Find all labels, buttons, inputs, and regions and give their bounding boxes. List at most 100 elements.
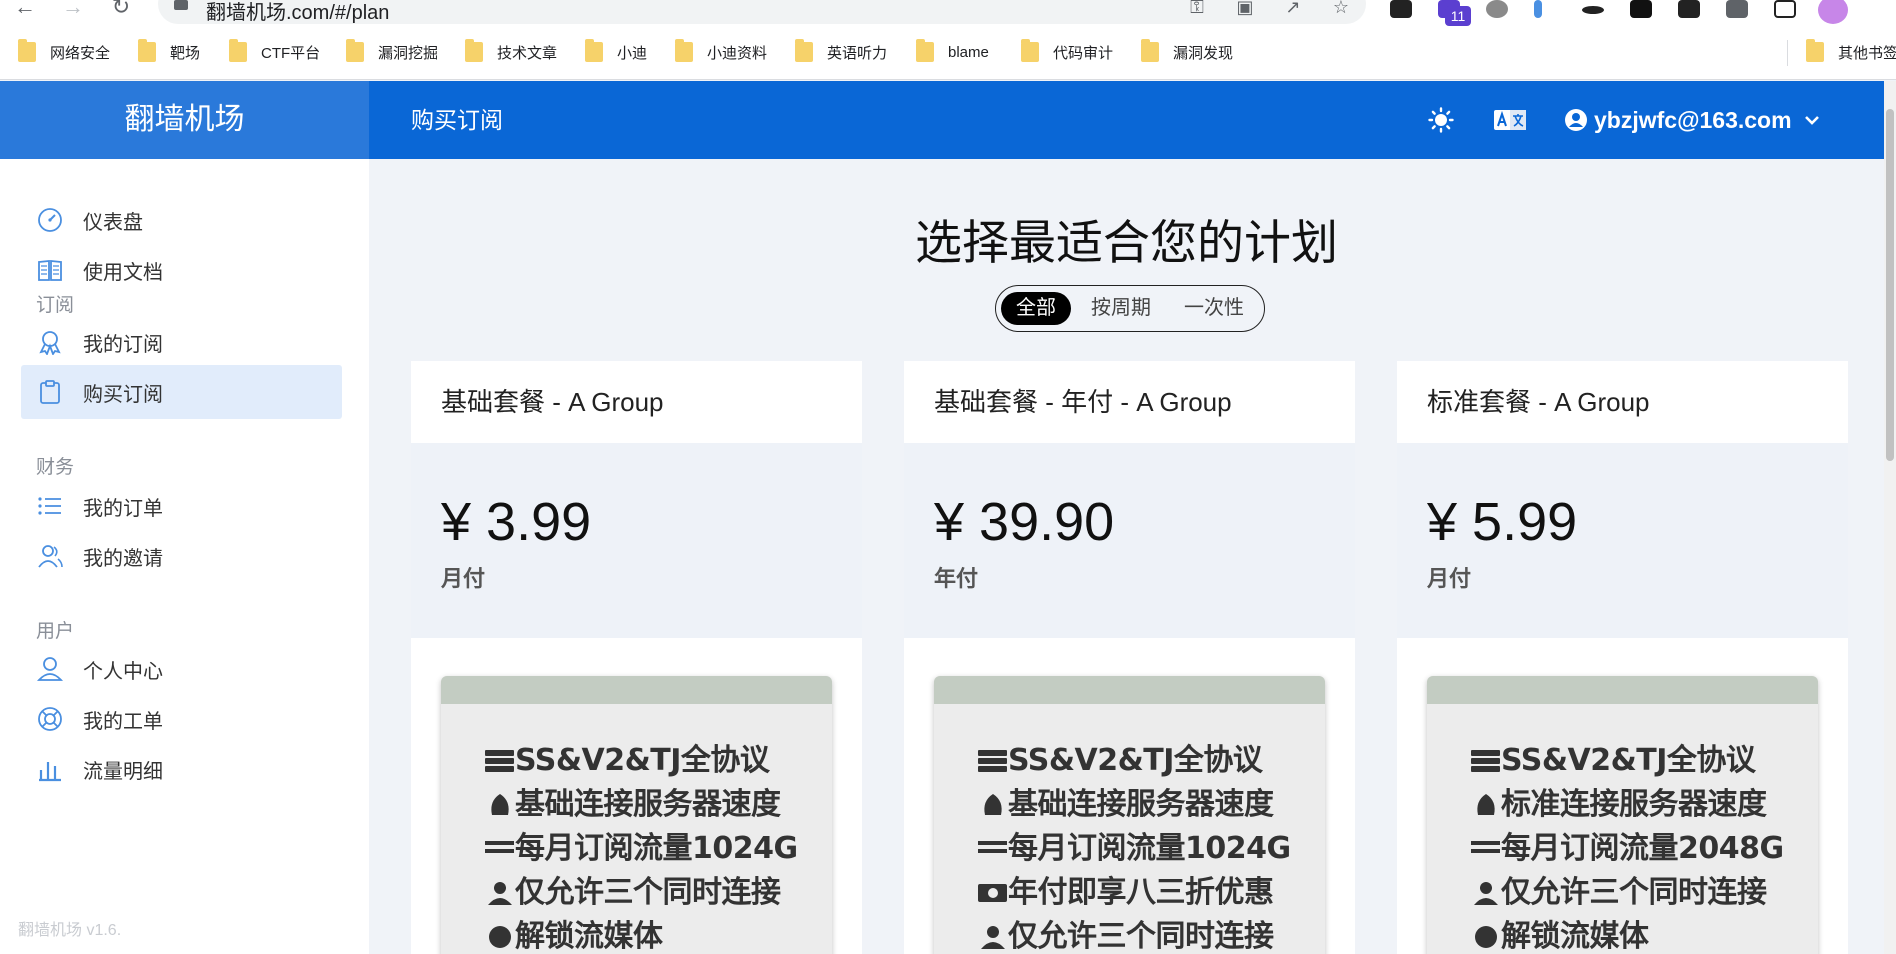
bookmark-folder[interactable]: 小迪 [585, 39, 647, 63]
filter-all[interactable]: 全部 [1001, 292, 1071, 325]
profile-avatar[interactable] [1818, 0, 1848, 24]
sidebar-item-my-subscription[interactable]: 我的订阅 [21, 315, 342, 369]
sidebar-item-dashboard[interactable]: 仪表盘 [21, 193, 342, 247]
bookmark-folder[interactable]: blame [916, 39, 989, 63]
pin-extension-icon[interactable] [1534, 0, 1542, 18]
plan-period: 月付 [441, 566, 486, 591]
bookmark-folder[interactable]: CTF平台 [229, 39, 320, 63]
sidebar-item-orders[interactable]: 我的订单 [21, 479, 342, 533]
bookmark-folder[interactable]: 网络安全 [18, 39, 110, 63]
address-bar-url[interactable]: 翻墙机场.com/#/plan [206, 0, 389, 25]
h-extension-icon[interactable] [1630, 0, 1652, 18]
bookmarks-bar: 网络安全 靶场 CTF平台 漏洞挖掘 技术文章 小迪 小迪资料 英语听力 bla… [0, 26, 1896, 80]
filter-by-period[interactable]: 按周期 [1078, 292, 1164, 325]
feature-item: 每月订阅流量1024G [485, 834, 815, 864]
bookmark-folder[interactable]: 靶场 [138, 39, 200, 63]
filter-one-time[interactable]: 一次性 [1171, 292, 1257, 325]
plan-card[interactable]: 基础套餐 - A Group ¥ 3.99 月付 SS&V2&TJ全协议 基础连… [411, 361, 862, 954]
share-icon[interactable]: ↗ [1282, 0, 1304, 16]
app-header: 购买订阅 ybzjwfc@163.com [369, 81, 1896, 159]
globe-icon [489, 926, 511, 948]
plan-description: SS&V2&TJ全协议 基础连接服务器速度 每月订阅流量1024G 仅允许三个同… [441, 676, 832, 954]
sidebar-item-label: 使用文档 [83, 261, 163, 284]
user-icon [37, 657, 63, 681]
bookmark-folder[interactable]: 英语听力 [795, 39, 887, 63]
back-arrow-icon[interactable]: ← [14, 0, 36, 20]
feature-item: 年付即享八三折优惠 [978, 878, 1308, 908]
plan-description: SS&V2&TJ全协议 基础连接服务器速度 每月订阅流量1024G 年付即享八三… [934, 676, 1325, 954]
sidebar-item-invite[interactable]: 我的邀请 [21, 529, 342, 583]
bookmark-folder[interactable]: 代码审计 [1021, 39, 1113, 63]
sidebar-item-tickets[interactable]: 我的工单 [21, 692, 342, 746]
page-title: 购买订阅 [411, 107, 503, 133]
server-icon [485, 750, 514, 772]
money-icon [978, 884, 1007, 902]
sidebar-item-label: 我的订阅 [83, 333, 163, 356]
feature-item: 标准连接服务器速度 [1471, 790, 1801, 820]
folder-icon [18, 39, 36, 62]
scrollbar-thumb[interactable] [1886, 109, 1894, 461]
lifebuoy-icon [38, 707, 62, 731]
price-block: ¥ 5.99 月付 [1397, 443, 1848, 638]
bookmark-folder[interactable]: 小迪资料 [675, 39, 767, 63]
bar-chart-icon [39, 762, 61, 782]
price-block: ¥ 39.90 年付 [904, 443, 1355, 638]
sidebar-item-traffic[interactable]: 流量明细 [21, 742, 342, 796]
sidebar-item-docs[interactable]: 使用文档 [21, 243, 342, 297]
user-extension-icon[interactable] [1678, 0, 1700, 18]
description-header-strip [1427, 676, 1818, 704]
user-menu[interactable]: ybzjwfc@163.com [1564, 81, 1820, 159]
plan-name: 标准套餐 - A Group [1427, 387, 1650, 417]
hat-extension-icon[interactable] [1582, 6, 1604, 14]
sidebar-item-buy-subscription[interactable]: 购买订阅 [21, 365, 342, 419]
plan-filter-toggle: 全部 按周期 一次性 [995, 285, 1265, 332]
key-icon[interactable]: ⚿ [1186, 0, 1208, 16]
sidebar-item-label: 我的订单 [83, 497, 163, 520]
side-panel-icon[interactable] [1774, 0, 1796, 18]
lock-icon[interactable] [174, 0, 188, 10]
sidebar-section-heading: 订阅 [36, 295, 75, 316]
sidebar-item-label: 购买订阅 [83, 383, 163, 406]
server-icon [1471, 750, 1500, 772]
bookmark-folder[interactable]: 漏洞挖掘 [346, 39, 438, 63]
bookmark-folder[interactable]: 技术文章 [465, 39, 557, 63]
feature-list: SS&V2&TJ全协议 基础连接服务器速度 每月订阅流量1024G 年付即享八三… [978, 746, 1308, 954]
plan-period: 年付 [934, 566, 979, 591]
globe-icon [1475, 926, 1497, 948]
users-icon [38, 545, 63, 568]
plan-card[interactable]: 标准套餐 - A Group ¥ 5.99 月付 SS&V2&TJ全协议 标准连… [1397, 361, 1848, 954]
other-bookmarks-folder[interactable]: 其他书签 [1806, 39, 1896, 63]
sidebar-item-label: 我的工单 [83, 710, 163, 733]
reload-icon[interactable]: ↻ [110, 0, 132, 20]
award-icon [39, 331, 61, 355]
folder-icon [675, 39, 693, 62]
plan-name: 基础套餐 - 年付 - A Group [934, 387, 1232, 417]
folder-icon [346, 39, 364, 62]
bookmark-folder[interactable]: 漏洞发现 [1141, 39, 1233, 63]
sidebar-item-label: 个人中心 [83, 660, 163, 683]
extension-glasses-icon[interactable] [1390, 0, 1412, 18]
folder-icon [138, 39, 156, 62]
footer-version: 翻墙机场 v1.6. [18, 922, 122, 939]
feature-item: 仅允许三个同时连接 [1471, 878, 1801, 908]
gear-extension-icon[interactable] [1486, 0, 1508, 18]
rocket-icon [1477, 794, 1495, 815]
puzzle-icon[interactable] [1726, 0, 1748, 18]
folder-icon [585, 39, 603, 62]
sidebar-item-label: 我的邀请 [83, 547, 163, 570]
page-scrollbar[interactable] [1884, 81, 1896, 954]
feature-item: SS&V2&TJ全协议 [485, 746, 815, 776]
translate-icon[interactable]: ▣ [1234, 0, 1256, 16]
bars-icon [485, 841, 514, 853]
feature-item: 基础连接服务器速度 [485, 790, 815, 820]
language-icon[interactable] [1494, 110, 1526, 130]
star-icon[interactable]: ☆ [1330, 0, 1352, 16]
sidebar-item-profile[interactable]: 个人中心 [21, 642, 342, 696]
forward-arrow-icon[interactable]: → [62, 0, 84, 20]
browser-toolbar: ← → ↻ 翻墙机场.com/#/plan ⚿ ▣ ↗ ☆ 11 [0, 0, 1896, 26]
plan-card[interactable]: 基础套餐 - 年付 - A Group ¥ 39.90 年付 SS&V2&TJ全… [904, 361, 1355, 954]
sun-icon[interactable] [1428, 107, 1454, 133]
user-circle-icon [1565, 109, 1587, 131]
sidebar: 仪表盘 使用文档 订阅 我的订阅 购买订阅 财务 我的订单 我的邀请 用户 个人… [0, 159, 369, 954]
brand-logo[interactable]: 翻墙机场 [0, 81, 369, 159]
